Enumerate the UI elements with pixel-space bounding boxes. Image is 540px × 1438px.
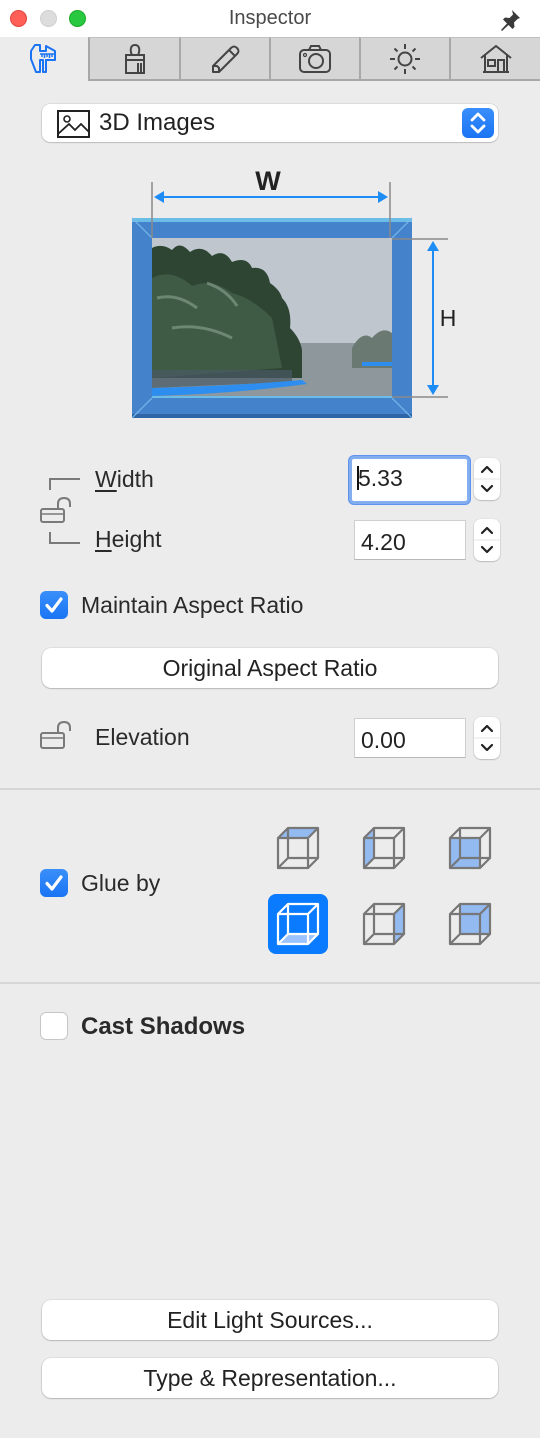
elevation-label: Elevation bbox=[95, 724, 190, 750]
brush-icon bbox=[124, 43, 145, 74]
tab-material[interactable] bbox=[88, 37, 179, 81]
pencil-icon bbox=[212, 45, 240, 73]
glue-right-face-button[interactable] bbox=[354, 894, 414, 954]
tab-lighting[interactable] bbox=[359, 37, 449, 81]
edit-light-sources-button[interactable]: Edit Light Sources... bbox=[42, 1300, 498, 1340]
tab-edit[interactable] bbox=[179, 37, 269, 81]
dimension-diagram: W H bbox=[131, 166, 457, 419]
type-representation-button[interactable]: Type & Representation... bbox=[42, 1358, 498, 1398]
house-icon bbox=[479, 44, 512, 73]
cube-bottom-icon bbox=[276, 902, 320, 946]
inspector-tabs bbox=[0, 37, 540, 81]
maintain-aspect-ratio-checkbox[interactable] bbox=[40, 591, 68, 619]
object-type-label: 3D Images bbox=[99, 109, 216, 136]
cube-front-icon bbox=[448, 826, 492, 870]
cube-back-icon bbox=[448, 902, 492, 946]
height-input[interactable]: 4.20 bbox=[354, 520, 466, 560]
object-type-select[interactable]: 3D Images bbox=[42, 104, 498, 142]
pin-icon[interactable] bbox=[498, 8, 522, 32]
elevation-stepper[interactable] bbox=[474, 717, 500, 759]
frame-top-edge bbox=[132, 218, 412, 222]
image-icon bbox=[57, 110, 90, 138]
checkmark-icon bbox=[45, 875, 63, 891]
frame-border bbox=[132, 218, 412, 418]
elevation-lock-icon[interactable] bbox=[38, 720, 74, 754]
cube-right-icon bbox=[362, 902, 406, 946]
sun-icon bbox=[390, 43, 420, 74]
tab-dimensions[interactable] bbox=[0, 37, 88, 81]
glue-front-face-button[interactable] bbox=[440, 818, 500, 878]
caliper-icon bbox=[30, 44, 56, 73]
window-title: Inspector bbox=[228, 7, 312, 29]
glue-left-face-button[interactable] bbox=[354, 818, 414, 878]
title-bar: Inspector bbox=[0, 0, 540, 37]
section-divider bbox=[0, 982, 540, 984]
proportion-lock-icon[interactable] bbox=[38, 470, 88, 550]
maintain-aspect-ratio-label: Maintain Aspect Ratio bbox=[81, 592, 304, 618]
cube-left-icon bbox=[362, 826, 406, 870]
cast-shadows-checkbox[interactable] bbox=[40, 1012, 68, 1040]
select-arrows-icon bbox=[462, 108, 494, 138]
tab-building[interactable] bbox=[449, 37, 540, 81]
glue-bottom-face-button[interactable] bbox=[268, 894, 328, 954]
frame-bottom-edge bbox=[132, 414, 412, 418]
elevation-input[interactable]: 0.00 bbox=[354, 718, 466, 758]
glue-by-label: Glue by bbox=[81, 870, 161, 896]
frame-bevels bbox=[131, 217, 413, 419]
glue-back-face-button[interactable] bbox=[440, 894, 500, 954]
width-label: Width bbox=[95, 466, 154, 492]
width-stepper[interactable] bbox=[474, 458, 500, 500]
height-label: Height bbox=[95, 526, 162, 552]
cast-shadows-label: Cast Shadows bbox=[81, 1013, 246, 1040]
tab-camera[interactable] bbox=[269, 37, 359, 81]
original-aspect-ratio-button[interactable]: Original Aspect Ratio bbox=[42, 648, 498, 688]
width-input[interactable]: 5.33 bbox=[349, 456, 470, 504]
glue-top-face-button[interactable] bbox=[268, 818, 328, 878]
width-dimension-label: W bbox=[255, 166, 281, 196]
glue-by-checkbox[interactable] bbox=[40, 869, 68, 897]
height-stepper[interactable] bbox=[474, 519, 500, 561]
section-divider bbox=[0, 788, 540, 790]
cube-top-icon bbox=[276, 826, 320, 870]
checkmark-icon bbox=[45, 597, 63, 613]
height-dimension-label: H bbox=[440, 305, 457, 331]
camera-icon bbox=[299, 44, 331, 73]
